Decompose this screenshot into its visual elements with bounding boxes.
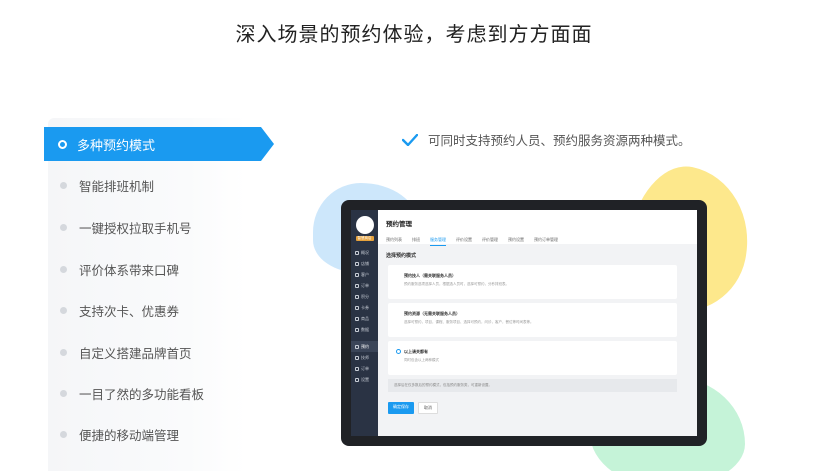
feature-item-label: 自定义搭建品牌首页 (79, 345, 192, 361)
feature-item-coupons[interactable]: 支持次卡、优惠券 (48, 292, 258, 328)
bullet-dot-icon (60, 306, 67, 314)
points-icon (355, 294, 359, 299)
sidebar-item-order[interactable]: 订单 (351, 280, 378, 291)
feature-item-reviews[interactable]: 评价体系带来口碑 (48, 251, 258, 287)
settings-icon (355, 377, 359, 382)
feature-item-label: 便捷的移动端管理 (79, 427, 180, 443)
feature-detail: 可同时支持预约人员、预约服务资源两种模式。 (402, 130, 691, 149)
page-headline: 深入场景的预约体验，考虑到方方面面 (235, 22, 593, 46)
customer-icon (355, 272, 359, 277)
sidebar-item-points[interactable]: 积分 (351, 291, 378, 302)
bullet-dot-icon (60, 181, 67, 189)
sidebar-item-label: 概况 (361, 249, 369, 255)
feature-item-multi-mode[interactable]: 多种预约模式 (44, 127, 274, 161)
finance-icon (355, 366, 359, 371)
feature-item-label: 智能排班机制 (79, 178, 155, 194)
mode-option-desc: 同时包含以上两种模式 (404, 358, 439, 362)
sidebar-item-goods[interactable]: 商品 (351, 313, 378, 324)
app-header: 预约管理 预约列表 排班 服务管理 评价设置 评价管理 预约设置 预约订单管理 (378, 210, 697, 246)
sidebar-item-label: 预约 (361, 343, 369, 349)
sidebar-item-label: 数据 (361, 326, 369, 332)
bullet-dot-icon (60, 430, 67, 438)
feature-detail-text: 可同时支持预约人员、预约服务资源两种模式。 (428, 133, 691, 148)
home-icon (355, 250, 359, 255)
page-title: 预约管理 (386, 220, 412, 228)
sidebar-item-customer[interactable]: 客户 (351, 269, 378, 280)
sidebar-item-label: 技师 (361, 354, 369, 360)
mode-option-both[interactable]: 以上请关都有 同时包含以上两种模式 (388, 341, 677, 375)
feature-item-label: 一目了然的多功能看板 (79, 386, 205, 402)
sidebar-item-data[interactable]: 数据 (351, 324, 378, 335)
cancel-button[interactable]: 取消 (418, 402, 438, 414)
feature-item-label: 多种预约模式 (77, 138, 156, 154)
app-sidebar: 智慧商店 概况 店铺 客户 订单 积分 卡券 商品 数据 预约 技师 订单 设置 (351, 210, 378, 436)
app-content: 选择预约模式 预约技人（需关联服务人员） 预约服务选项选择人员，根据选人员时，选… (378, 244, 697, 436)
store-logo-tag: 智慧商店 (355, 236, 374, 241)
booking-icon (355, 344, 359, 349)
bullet-dot-icon (60, 265, 67, 273)
feature-item-label: 评价体系带来口碑 (79, 262, 180, 278)
data-icon (355, 327, 359, 332)
sidebar-item-staff[interactable]: 技师 (351, 352, 378, 363)
check-icon (402, 133, 418, 146)
mode-option-title: 预约资源（无需关联服务人员） (404, 311, 460, 316)
staff-icon (355, 355, 359, 360)
mode-option-title: 以上请关都有 (404, 349, 428, 354)
section-title: 选择预约模式 (386, 253, 417, 259)
active-dot-icon (58, 139, 67, 149)
info-note: 选择后在仅多数后的预约模式，包括预约服务类，可重新设置。 (388, 379, 677, 392)
sidebar-item-label: 卡券 (361, 304, 369, 310)
sidebar-item-finance[interactable]: 订单 (351, 363, 378, 374)
sidebar-item-label: 客户 (361, 271, 369, 277)
goods-icon (355, 316, 359, 321)
sidebar-item-label: 设置 (361, 376, 369, 382)
feature-item-mobile[interactable]: 便捷的移动端管理 (48, 416, 258, 452)
sidebar-item-label: 订单 (361, 365, 369, 371)
radio-selected-icon[interactable] (396, 349, 401, 354)
feature-item-phone-auth[interactable]: 一键授权拉取手机号 (48, 209, 258, 245)
bullet-dot-icon (60, 223, 67, 231)
store-icon (355, 261, 359, 266)
sidebar-item-label: 积分 (361, 293, 369, 299)
app-screen: 智慧商店 概况 店铺 客户 订单 积分 卡券 商品 数据 预约 技师 订单 设置… (351, 210, 697, 436)
sidebar-item-settings[interactable]: 设置 (351, 374, 378, 385)
device-frame: 智慧商店 概况 店铺 客户 订单 积分 卡券 商品 数据 预约 技师 订单 设置… (341, 200, 707, 446)
order-icon (355, 283, 359, 288)
sidebar-item-cards[interactable]: 卡券 (351, 302, 378, 313)
feature-item-label: 一键授权拉取手机号 (79, 220, 192, 236)
mode-option-resource[interactable]: 预约资源（无需关联服务人员） 选择可预约，项目，课程、服务项目、选择可预约，问诊… (388, 303, 677, 337)
bullet-dot-icon (60, 389, 67, 397)
bullet-dot-icon (60, 348, 67, 356)
action-buttons: 确定保存 取消 (388, 402, 689, 414)
sidebar-item-overview[interactable]: 概况 (351, 247, 378, 258)
sidebar-item-label: 订单 (361, 282, 369, 288)
save-button[interactable]: 确定保存 (388, 402, 414, 414)
card-icon (355, 305, 359, 310)
sidebar-item-label: 店铺 (361, 260, 369, 266)
feature-item-brand-homepage[interactable]: 自定义搭建品牌首页 (48, 334, 258, 370)
feature-item-dashboard[interactable]: 一目了然的多功能看板 (48, 375, 258, 411)
app-main: 预约管理 预约列表 排班 服务管理 评价设置 评价管理 预约设置 预约订单管理 … (378, 210, 697, 436)
mode-option-desc: 选择可预约，项目，课程、服务项目、选择可预约，问诊，客户，餐位等时间表等。 (404, 320, 534, 324)
store-logo (355, 216, 374, 234)
mode-option-desc: 预约服务选项选择人员，根据选人员时，选择可预约，分秒排班表。 (404, 282, 509, 286)
feature-item-scheduling[interactable]: 智能排班机制 (48, 167, 258, 203)
mode-option-title: 预约技人（需关联服务人员） (404, 273, 456, 278)
sidebar-item-store[interactable]: 店铺 (351, 258, 378, 269)
sidebar-item-booking[interactable]: 预约 (351, 341, 378, 352)
mode-option-staff[interactable]: 预约技人（需关联服务人员） 预约服务选项选择人员，根据选人员时，选择可预约，分秒… (388, 265, 677, 299)
sidebar-item-label: 商品 (361, 315, 369, 321)
feature-item-label: 支持次卡、优惠券 (79, 303, 180, 319)
